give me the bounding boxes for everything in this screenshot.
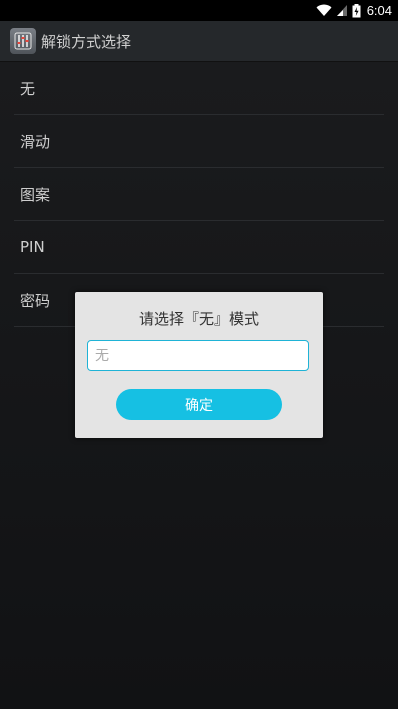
- mode-input[interactable]: [87, 340, 309, 371]
- status-icons: 6:04: [316, 2, 392, 19]
- status-bar: 6:04: [0, 0, 398, 21]
- action-bar: 解锁方式选择: [0, 21, 398, 62]
- list-item-label: 密码: [20, 291, 51, 310]
- battery-charging-icon: [352, 3, 361, 18]
- list-item-none[interactable]: 无: [14, 62, 384, 115]
- list-item-pattern[interactable]: 图案: [14, 168, 384, 221]
- list-item-slide[interactable]: 滑动: [14, 115, 384, 168]
- confirm-button[interactable]: 确定: [116, 389, 282, 420]
- dialog-title: 请选择『无』模式: [138, 310, 259, 328]
- signal-icon: [336, 4, 348, 17]
- unlock-method-list: 无 滑动 图案 PIN 密码: [0, 62, 398, 327]
- wifi-icon: [316, 4, 332, 17]
- clock: 6:04: [366, 3, 392, 18]
- mode-dialog: 请选择『无』模式 确定: [75, 292, 323, 438]
- list-item-label: PIN: [20, 238, 45, 256]
- app-sliders-icon[interactable]: [10, 28, 36, 54]
- list-item-label: 无: [20, 79, 36, 98]
- list-item-label: 图案: [20, 185, 51, 204]
- list-item-pin[interactable]: PIN: [14, 221, 384, 274]
- page-title: 解锁方式选择: [41, 33, 132, 51]
- list-item-label: 滑动: [20, 132, 51, 151]
